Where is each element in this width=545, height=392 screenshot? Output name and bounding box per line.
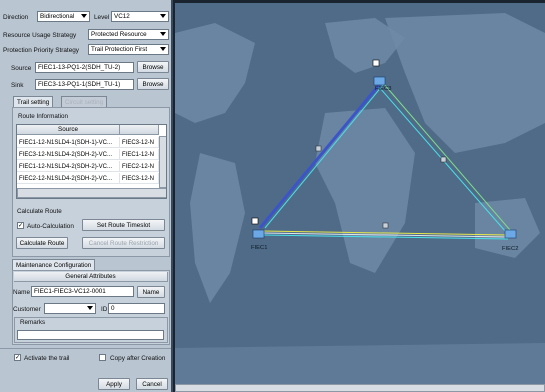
resource-strategy-value: Protected Resource: [91, 31, 147, 38]
auto-calculation-label: Auto-Calculation: [27, 223, 74, 230]
table-row[interactable]: FIEC2-12-N1SLD4-2(SDH-2)-VC... FIEC3-12-…: [17, 173, 162, 184]
chevron-down-icon: [160, 47, 166, 51]
chevron-down-icon: [160, 14, 166, 18]
ne-label-fiec2[interactable]: FIEC2: [502, 246, 518, 252]
chevron-down-icon: [81, 14, 87, 18]
remarks-field[interactable]: [17, 330, 164, 340]
set-route-timeslot-button[interactable]: Set Route Timeslot: [82, 219, 165, 231]
source-value: FIEC1-13-PQ1-2(SDH_TU-2): [38, 64, 121, 71]
route-information-title: Route Information: [18, 113, 69, 120]
route-sink-cell: FIEC1-12-N: [120, 149, 159, 160]
direction-value: Bidirectional: [40, 13, 75, 20]
link-marker: [315, 145, 322, 152]
level-select[interactable]: VC12: [111, 11, 169, 22]
route-source-cell: FIEC1-12-N1SLD4-1(SDH-1)-VC...: [17, 137, 120, 148]
link-marker: [440, 156, 447, 163]
table-row[interactable]: FIEC3-12-N1SLD4-2(SDH-2)-VC... FIEC1-12-…: [17, 149, 162, 160]
chevron-down-icon: [160, 32, 166, 36]
direction-select[interactable]: Bidirectional: [37, 11, 90, 22]
direction-row: Direction: [3, 14, 28, 21]
id-label: ID: [101, 306, 108, 313]
copy-after-creation-checkbox[interactable]: [99, 354, 106, 361]
land-south-america: [190, 153, 245, 303]
sink-label: Sink: [11, 82, 24, 89]
land-africa: [315, 108, 415, 273]
table-row[interactable]: FIEC1-12-N1SLD4-2(SDH-2)-VC... FIEC2-12-…: [17, 161, 162, 172]
chevron-down-icon: [87, 306, 93, 310]
trail-name-field[interactable]: FIEC1-FIEC3-VC12-0001: [31, 286, 134, 297]
route-source-cell: FIEC2-12-N1SLD4-2(SDH-2)-VC...: [17, 173, 120, 184]
protection-strategy-select[interactable]: Trail Protection First: [88, 44, 169, 55]
column-header-source[interactable]: Source: [17, 125, 120, 135]
table-row[interactable]: FIEC1-12-N1SLD4-1(SDH-1)-VC... FIEC3-12-…: [17, 137, 162, 148]
trail-name-value: FIEC1-FIEC3-VC12-0001: [34, 288, 106, 295]
map-horizontal-scrollbar[interactable]: [175, 384, 545, 392]
land-asia: [385, 13, 545, 153]
customer-label: Customer: [13, 306, 41, 313]
cancel-route-restriction-button[interactable]: Cancel Route Restriction: [82, 237, 165, 249]
route-table-horizontal-scrollbar[interactable]: [17, 188, 166, 198]
activate-trail-label: Activate the trail: [24, 355, 70, 362]
calculate-route-title: Calculate Route: [17, 208, 62, 215]
route-table-vertical-scrollbar[interactable]: [159, 136, 166, 188]
level-label: Level: [94, 14, 110, 21]
divider: [0, 348, 171, 349]
direction-label: Direction: [3, 14, 29, 21]
name-button[interactable]: Name: [137, 286, 165, 298]
land-north-america: [175, 23, 255, 123]
link-marker: [382, 222, 389, 229]
sink-value: FIEC3-13-PQ1-1(SDH_TU-1): [38, 81, 121, 88]
resource-strategy-label: Resource Usage Strategy: [3, 32, 77, 39]
cancel-button[interactable]: Cancel: [136, 378, 168, 390]
source-label: Source: [11, 65, 32, 72]
ne-fiec2-icon: [504, 229, 517, 239]
ne-label-fiec3[interactable]: FIEC3: [375, 86, 391, 92]
ne-fiec1-icon: [251, 217, 265, 239]
tab-trail-setting[interactable]: Trail setting: [13, 96, 54, 107]
trail-config-panel: Direction Bidirectional Level VC12 Resou…: [0, 0, 173, 392]
protection-strategy-value: Trail Protection First: [91, 46, 148, 53]
route-source-cell: FIEC1-12-N1SLD4-2(SDH-2)-VC...: [17, 161, 120, 172]
tab-maintenance-configuration[interactable]: Maintenance Configuration: [12, 259, 96, 270]
route-source-cell: FIEC3-12-N1SLD4-2(SDH-2)-VC...: [17, 149, 120, 160]
resource-strategy-select[interactable]: Protected Resource: [88, 29, 169, 40]
level-value: VC12: [114, 13, 130, 20]
route-table: Source FIEC1-12-N1SLD4-1(SDH-1)-VC... FI…: [16, 124, 167, 199]
sink-browse-button[interactable]: Browse: [137, 78, 169, 90]
id-field[interactable]: 0: [108, 303, 165, 314]
apply-button[interactable]: Apply: [98, 378, 130, 390]
general-attributes-header: General Attributes: [14, 272, 168, 282]
activate-trail-checkbox[interactable]: ✓: [14, 354, 21, 361]
protection-strategy-label: Protection Priority Strategy: [3, 47, 80, 54]
copy-after-creation-label: Copy after Creation: [110, 355, 166, 362]
calculate-route-button[interactable]: Calculate Route: [16, 237, 68, 249]
world-map-svg: [175, 13, 545, 392]
route-sink-cell: FIEC3-12-N: [120, 137, 159, 148]
source-field[interactable]: FIEC1-13-PQ1-2(SDH_TU-2): [35, 62, 134, 73]
route-sink-cell: FIEC3-12-N: [120, 173, 159, 184]
remarks-label: Remarks: [20, 319, 46, 326]
trail-name-label: Name: [13, 289, 31, 296]
auto-calculation-checkbox[interactable]: ✓: [17, 222, 24, 229]
ne-fiec3-icon: [372, 59, 386, 86]
column-header-sink[interactable]: [120, 125, 159, 135]
customer-select[interactable]: [44, 303, 96, 314]
sink-field[interactable]: FIEC3-13-PQ1-1(SDH_TU-1): [35, 79, 134, 90]
id-value: 0: [111, 305, 115, 312]
topology-map[interactable]: FIEC3 FIEC1 FIEC2: [175, 3, 545, 392]
ne-label-fiec1[interactable]: FIEC1: [251, 245, 267, 251]
route-sink-cell: FIEC2-12-N: [120, 161, 159, 172]
tab-circuit-setting[interactable]: Circuit setting: [61, 96, 108, 107]
source-browse-button[interactable]: Browse: [137, 61, 169, 73]
